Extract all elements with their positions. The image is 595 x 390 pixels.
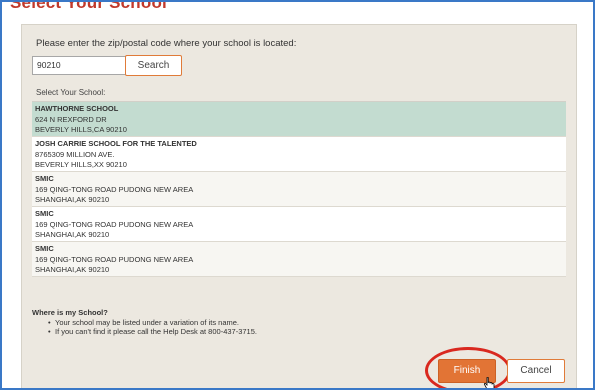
search-button[interactable]: Search [125,55,182,76]
school-address: 169 QING-TONG ROAD PUDONG NEW AREA [35,219,194,229]
select-school-label: Select Your School: [36,88,106,97]
school-row-smic-1[interactable]: SMIC 169 QING-TONG ROAD PUDONG NEW AREA … [32,172,566,207]
cancel-button[interactable]: Cancel [507,359,565,383]
school-address: 624 N REXFORD DR [35,114,107,124]
help-title: Where is my School? [32,308,108,317]
school-address: 169 QING-TONG ROAD PUDONG NEW AREA [35,184,194,194]
help-section: Where is my School? Your school may be l… [32,308,257,337]
school-search-panel: Please enter the zip/postal code where y… [21,24,577,388]
school-city: SHANGHAI,AK 90210 [35,195,110,204]
school-name: SMIC [35,209,54,218]
school-address: 169 QING-TONG ROAD PUDONG NEW AREA [35,254,194,264]
school-city: SHANGHAI,AK 90210 [35,230,110,239]
school-name: JOSH CARRIE SCHOOL FOR THE TALENTED [35,139,197,148]
school-select-dialog: Select Your School Please enter the zip/… [0,0,595,390]
school-name: HAWTHORNE SCHOOL [35,104,119,113]
zip-input[interactable]: 90210 [32,56,127,75]
school-city: SHANGHAI,AK 90210 [35,265,110,274]
school-name: SMIC [35,174,54,183]
hand-pointer-icon [483,377,495,388]
school-row-smic-2[interactable]: SMIC 169 QING-TONG ROAD PUDONG NEW AREA … [32,207,566,242]
school-row-hawthorne[interactable]: HAWTHORNE SCHOOL 624 N REXFORD DR BEVERL… [32,102,566,137]
school-row-josh-carrie[interactable]: JOSH CARRIE SCHOOL FOR THE TALENTED 8765… [32,137,566,172]
school-name: SMIC [35,244,54,253]
school-city: BEVERLY HILLS,XX 90210 [35,160,127,169]
school-city: BEVERLY HILLS,CA 90210 [35,125,127,134]
help-tip: If you can't find it please call the Hel… [48,327,257,337]
zip-prompt: Please enter the zip/postal code where y… [36,38,297,49]
school-address: 8765309 MILLION AVE. [35,149,115,159]
help-tips: Your school may be listed under a variat… [32,318,257,337]
help-tip: Your school may be listed under a variat… [48,318,257,328]
school-row-smic-3[interactable]: SMIC 169 QING-TONG ROAD PUDONG NEW AREA … [32,242,566,277]
dialog-title: Select Your School [10,0,167,12]
school-list: HAWTHORNE SCHOOL 624 N REXFORD DR BEVERL… [32,101,566,277]
